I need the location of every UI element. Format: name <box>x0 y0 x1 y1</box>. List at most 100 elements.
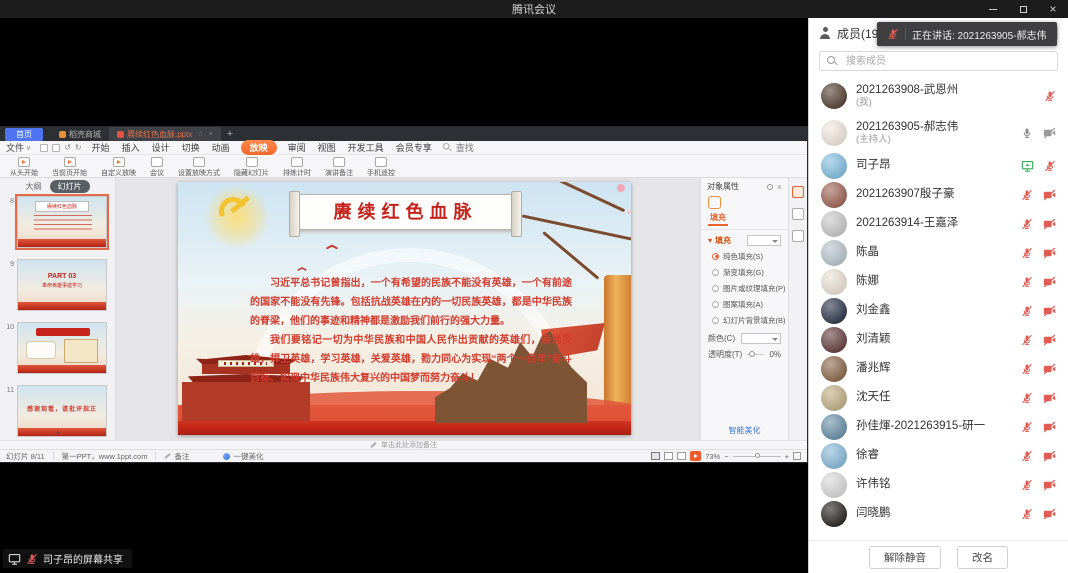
tab-slides[interactable]: 幻灯片 <box>50 180 90 193</box>
tab-star-icon[interactable]: ☆ <box>197 130 203 138</box>
file-menu[interactable]: 文件∨ <box>6 141 31 154</box>
menu-item-动画[interactable]: 动画 <box>211 141 231 154</box>
resource-strip-icon[interactable] <box>792 230 804 242</box>
member-search-box[interactable] <box>819 51 1058 71</box>
mic-off-icon[interactable] <box>1021 392 1033 404</box>
wps-home-tab[interactable]: 首页 <box>5 128 43 141</box>
one-click-beautify-button[interactable]: 一键美化 <box>223 451 263 462</box>
member-row[interactable]: 沈天任 <box>809 383 1068 412</box>
save-icon[interactable] <box>40 144 48 152</box>
mic-off-icon[interactable] <box>1021 363 1033 375</box>
slide-thumbnail[interactable] <box>17 322 107 374</box>
mic-off-icon[interactable] <box>1021 247 1033 259</box>
menu-item-设计[interactable]: 设计 <box>151 141 171 154</box>
fit-screen-icon[interactable] <box>793 452 801 460</box>
ribbon-button[interactable]: 排练计时 <box>283 157 311 178</box>
tab-close-icon[interactable]: × <box>209 131 213 138</box>
add-slide-button[interactable]: + <box>0 427 115 439</box>
section-caret-icon[interactable]: ▾ <box>708 236 712 245</box>
menu-item-视图[interactable]: 视图 <box>317 141 337 154</box>
cam-off-icon[interactable] <box>1043 247 1056 259</box>
menu-item-放映[interactable]: 放映 <box>241 140 277 155</box>
member-row[interactable]: 2021263907殷子豪 <box>809 180 1068 209</box>
fill-option[interactable]: 纯色填充(S) <box>701 248 788 264</box>
cam-off-icon[interactable] <box>1043 305 1056 317</box>
member-row[interactable]: 陈晶 <box>809 238 1068 267</box>
notes-bar[interactable]: 单击此处添加备注 <box>0 440 807 449</box>
menu-item-插入[interactable]: 插入 <box>121 141 141 154</box>
fill-tab[interactable]: 填充 <box>708 211 728 226</box>
mic-off-icon[interactable] <box>1021 479 1033 491</box>
member-row[interactable]: 闫晓鹏 <box>809 499 1068 528</box>
mic-off-icon[interactable] <box>1021 421 1033 433</box>
tab-outline[interactable]: 大纲 <box>26 181 42 192</box>
ribbon-button[interactable]: 会议 <box>150 157 164 178</box>
mic-off-icon[interactable] <box>1021 508 1033 520</box>
cam-off-gray-icon[interactable] <box>1043 127 1056 139</box>
print-icon[interactable] <box>52 144 60 152</box>
ribbon-button[interactable]: 隐藏幻灯片 <box>234 157 269 178</box>
reading-view-icon[interactable] <box>677 452 686 460</box>
zoom-slider[interactable] <box>733 456 781 457</box>
member-row[interactable]: 孙佳煇-2021263915-研一 <box>809 412 1068 441</box>
wps-store-tab[interactable]: 稻壳商城 <box>51 127 109 141</box>
maximize-button[interactable] <box>1008 0 1038 18</box>
mic-off-icon[interactable] <box>1021 450 1033 462</box>
properties-strip-icon[interactable] <box>792 186 804 198</box>
smart-beautify-link[interactable]: 智能美化 <box>701 425 788 436</box>
rename-button[interactable]: 改名 <box>957 546 1008 569</box>
props-close-icon[interactable]: × <box>777 182 782 192</box>
menu-item-切换[interactable]: 切换 <box>181 141 201 154</box>
member-row[interactable]: 刘清颖 <box>809 325 1068 354</box>
member-search-input[interactable] <box>844 55 1050 68</box>
zoom-in-button[interactable]: + <box>785 452 789 461</box>
member-row[interactable]: 刘金鑫 <box>809 296 1068 325</box>
pin-icon[interactable] <box>767 184 773 190</box>
ribbon-button[interactable]: 自定义放映 <box>101 157 136 178</box>
redo-icon[interactable]: ↻ <box>75 143 82 152</box>
cam-off-icon[interactable] <box>1043 276 1056 288</box>
fill-option[interactable]: 渐变填充(G) <box>701 264 788 280</box>
ribbon-button[interactable]: 手机遥控 <box>367 157 395 178</box>
cam-off-icon[interactable] <box>1043 363 1056 375</box>
mic-off-icon[interactable] <box>1044 160 1056 172</box>
opacity-slider[interactable] <box>747 354 764 355</box>
fill-preset-dropdown[interactable] <box>747 235 781 246</box>
member-row[interactable]: 徐睿 <box>809 441 1068 470</box>
slide-thumbnail[interactable]: 赓续红色血脉 <box>17 196 107 248</box>
member-row[interactable]: 2021263905-郝志伟(主持人) <box>809 114 1068 151</box>
cam-off-icon[interactable] <box>1043 421 1056 433</box>
new-tab-button[interactable]: + <box>227 129 233 139</box>
ribbon-button[interactable]: 演讲备注 <box>325 157 353 178</box>
zoom-level[interactable]: 73% <box>705 452 720 461</box>
notes-toggle[interactable]: 备注 <box>164 451 189 462</box>
normal-view-icon[interactable] <box>651 452 660 460</box>
current-slide[interactable]: 赓续红色血脉 习近平总书记曾指出，一个有希望的民族不能没有英雄，一个有前途的国家… <box>178 182 631 435</box>
member-row[interactable]: 潘兆辉 <box>809 354 1068 383</box>
cam-off-icon[interactable] <box>1043 334 1056 346</box>
cam-off-icon[interactable] <box>1043 189 1056 201</box>
cam-off-icon[interactable] <box>1043 392 1056 404</box>
screen-share-banner[interactable]: 司子昂的屏幕共享 <box>3 549 132 568</box>
wps-document-tab[interactable]: 赓续红色血脉.pptx ☆ × <box>109 127 221 141</box>
mic-off-icon[interactable] <box>1021 276 1033 288</box>
member-row[interactable]: 许伟铭 <box>809 470 1068 499</box>
undo-icon[interactable]: ↺ <box>64 143 71 152</box>
animation-strip-icon[interactable] <box>792 208 804 220</box>
color-dropdown[interactable] <box>741 333 781 344</box>
cam-off-icon[interactable] <box>1043 450 1056 462</box>
member-row[interactable]: 陈娜 <box>809 267 1068 296</box>
mic-off-icon[interactable] <box>1021 305 1033 317</box>
menu-item-开始[interactable]: 开始 <box>91 141 111 154</box>
close-button[interactable]: × <box>1038 0 1068 18</box>
ribbon-button[interactable]: 从头开始 <box>10 157 38 178</box>
mic-on-icon[interactable] <box>1021 127 1033 139</box>
fill-option[interactable]: 图案填充(A) <box>701 296 788 312</box>
fill-option[interactable]: 幻灯片背景填充(B) <box>701 312 788 328</box>
unmute-button[interactable]: 解除静音 <box>869 546 941 569</box>
sorter-view-icon[interactable] <box>664 452 673 460</box>
find-button[interactable]: 查找 <box>442 141 474 154</box>
ribbon-button[interactable]: 当前页开始 <box>52 157 87 178</box>
menu-item-开发工具[interactable]: 开发工具 <box>347 141 385 154</box>
mic-off-icon[interactable] <box>1021 189 1033 201</box>
